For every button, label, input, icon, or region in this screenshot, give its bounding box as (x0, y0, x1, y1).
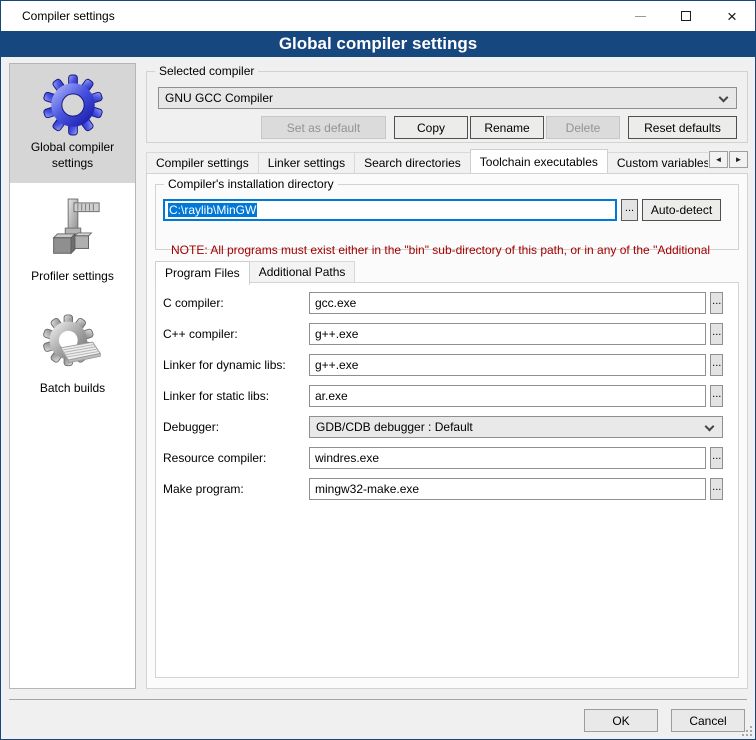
field-row-dynamic-linker: Linker for dynamic libs: ... (163, 354, 723, 376)
c-compiler-label: C compiler: (163, 296, 309, 310)
bin-subdirectory-note: NOTE: All programs must exist either in … (171, 243, 738, 257)
window-controls: × (617, 1, 755, 31)
settings-category-sidebar: Global compiler settings Profiler s (9, 63, 136, 689)
resource-compiler-input[interactable] (309, 447, 706, 469)
tab-program-files[interactable]: Program Files (155, 261, 250, 285)
tab-toolchain-executables[interactable]: Toolchain executables (470, 149, 608, 173)
arrow-left-icon: ◄ (715, 155, 723, 164)
debugger-dropdown[interactable]: GDB/CDB debugger : Default (309, 416, 723, 438)
tab-compiler-settings[interactable]: Compiler settings (146, 152, 259, 173)
minimize-icon (635, 16, 646, 17)
reset-defaults-button[interactable]: Reset defaults (628, 116, 737, 139)
blue-gear-icon (42, 74, 104, 136)
make-program-browse-button[interactable]: ... (710, 478, 723, 500)
dialog-header: Global compiler settings (1, 31, 755, 57)
debugger-label: Debugger: (163, 420, 309, 434)
selected-compiler-dropdown[interactable]: GNU GCC Compiler (158, 87, 737, 109)
tab-additional-paths[interactable]: Additional Paths (249, 261, 356, 283)
chevron-down-icon (719, 93, 729, 103)
resize-grip[interactable] (742, 726, 752, 736)
maximize-button[interactable] (663, 1, 709, 31)
c-compiler-browse-button[interactable]: ... (710, 292, 723, 314)
c-compiler-input[interactable] (309, 292, 706, 314)
rename-button[interactable]: Rename (470, 116, 544, 139)
ok-button[interactable]: OK (584, 709, 658, 732)
installation-directory-row: C:\raylib\MinGW ... Auto-detect (163, 199, 721, 221)
make-program-label: Make program: (163, 482, 309, 496)
compiler-settings-dialog: Compiler settings × Global compiler sett… (0, 0, 756, 740)
delete-button: Delete (546, 116, 620, 139)
cpp-compiler-label: C++ compiler: (163, 327, 309, 341)
static-linker-input[interactable] (309, 385, 706, 407)
field-row-static-linker: Linker for static libs: ... (163, 385, 723, 407)
sidebar-item-batch-builds[interactable]: Batch builds (10, 303, 135, 409)
tab-search-directories[interactable]: Search directories (354, 152, 471, 173)
titlebar: Compiler settings × (1, 1, 755, 31)
dynamic-linker-browse-button[interactable]: ... (710, 354, 723, 376)
tab-linker-settings[interactable]: Linker settings (258, 152, 355, 173)
cpp-compiler-browse-button[interactable]: ... (710, 323, 723, 345)
maximize-icon (681, 11, 691, 21)
installation-directory-browse-button[interactable]: ... (621, 199, 638, 221)
selected-compiler-group-label: Selected compiler (155, 64, 258, 78)
resource-compiler-label: Resource compiler: (163, 451, 309, 465)
close-button[interactable]: × (709, 1, 755, 31)
settings-tabbar: Compiler settings Linker settings Search… (146, 149, 748, 173)
installation-directory-group: Compiler's installation directory C:\ray… (155, 184, 739, 250)
footer-separator (9, 699, 747, 700)
copy-button[interactable]: Copy (394, 116, 468, 139)
field-row-make-program: Make program: ... (163, 478, 723, 500)
dynamic-linker-label: Linker for dynamic libs: (163, 358, 309, 372)
tabs-strip: Compiler settings Linker settings Search… (146, 147, 708, 173)
program-files-panel: C compiler: ... C++ compiler: ... Linker… (155, 282, 739, 678)
gray-gear-stack-icon (42, 313, 104, 377)
make-program-input[interactable] (309, 478, 706, 500)
installation-directory-selected-text: C:\raylib\MinGW (168, 203, 257, 217)
close-icon: × (727, 8, 737, 25)
minimize-button (617, 1, 663, 31)
sidebar-item-label: Batch builds (14, 381, 131, 397)
arrow-right-icon: ► (735, 155, 743, 164)
compiler-buttons-row: Set as default Copy Rename Delete Reset … (261, 116, 737, 139)
toolchain-executables-panel: Compiler's installation directory C:\ray… (146, 173, 748, 689)
installation-directory-input[interactable]: C:\raylib\MinGW (163, 199, 617, 221)
tab-custom-variables[interactable]: Custom variables (607, 152, 708, 173)
field-row-c-compiler: C compiler: ... (163, 292, 723, 314)
sidebar-item-label: Global compiler settings (14, 140, 131, 171)
cpp-compiler-input[interactable] (309, 323, 706, 345)
static-linker-browse-button[interactable]: ... (710, 385, 723, 407)
set-as-default-button: Set as default (261, 116, 386, 139)
field-row-debugger: Debugger: GDB/CDB debugger : Default (163, 416, 723, 438)
selected-compiler-value: GNU GCC Compiler (165, 91, 273, 105)
auto-detect-button[interactable]: Auto-detect (642, 199, 721, 221)
field-row-resource-compiler: Resource compiler: ... (163, 447, 723, 469)
dynamic-linker-input[interactable] (309, 354, 706, 376)
chevron-down-icon (705, 422, 715, 432)
installation-directory-group-label: Compiler's installation directory (164, 177, 338, 191)
caliper-icon (42, 197, 104, 265)
field-row-cpp-compiler: C++ compiler: ... (163, 323, 723, 345)
tab-scroll-left-button[interactable]: ◄ (709, 151, 728, 168)
sidebar-item-label: Profiler settings (14, 269, 131, 285)
selected-compiler-group: Selected compiler GNU GCC Compiler Set a… (146, 71, 748, 143)
resource-compiler-browse-button[interactable]: ... (710, 447, 723, 469)
sidebar-item-global-compiler-settings[interactable]: Global compiler settings (10, 64, 135, 183)
tab-scroll-right-button[interactable]: ► (729, 151, 748, 168)
cancel-button[interactable]: Cancel (671, 709, 745, 732)
static-linker-label: Linker for static libs: (163, 389, 309, 403)
debugger-value: GDB/CDB debugger : Default (316, 420, 473, 434)
sidebar-item-profiler-settings[interactable]: Profiler settings (10, 187, 135, 297)
window-title: Compiler settings (1, 9, 115, 23)
program-files-tabbar: Program Files Additional Paths (155, 259, 354, 283)
